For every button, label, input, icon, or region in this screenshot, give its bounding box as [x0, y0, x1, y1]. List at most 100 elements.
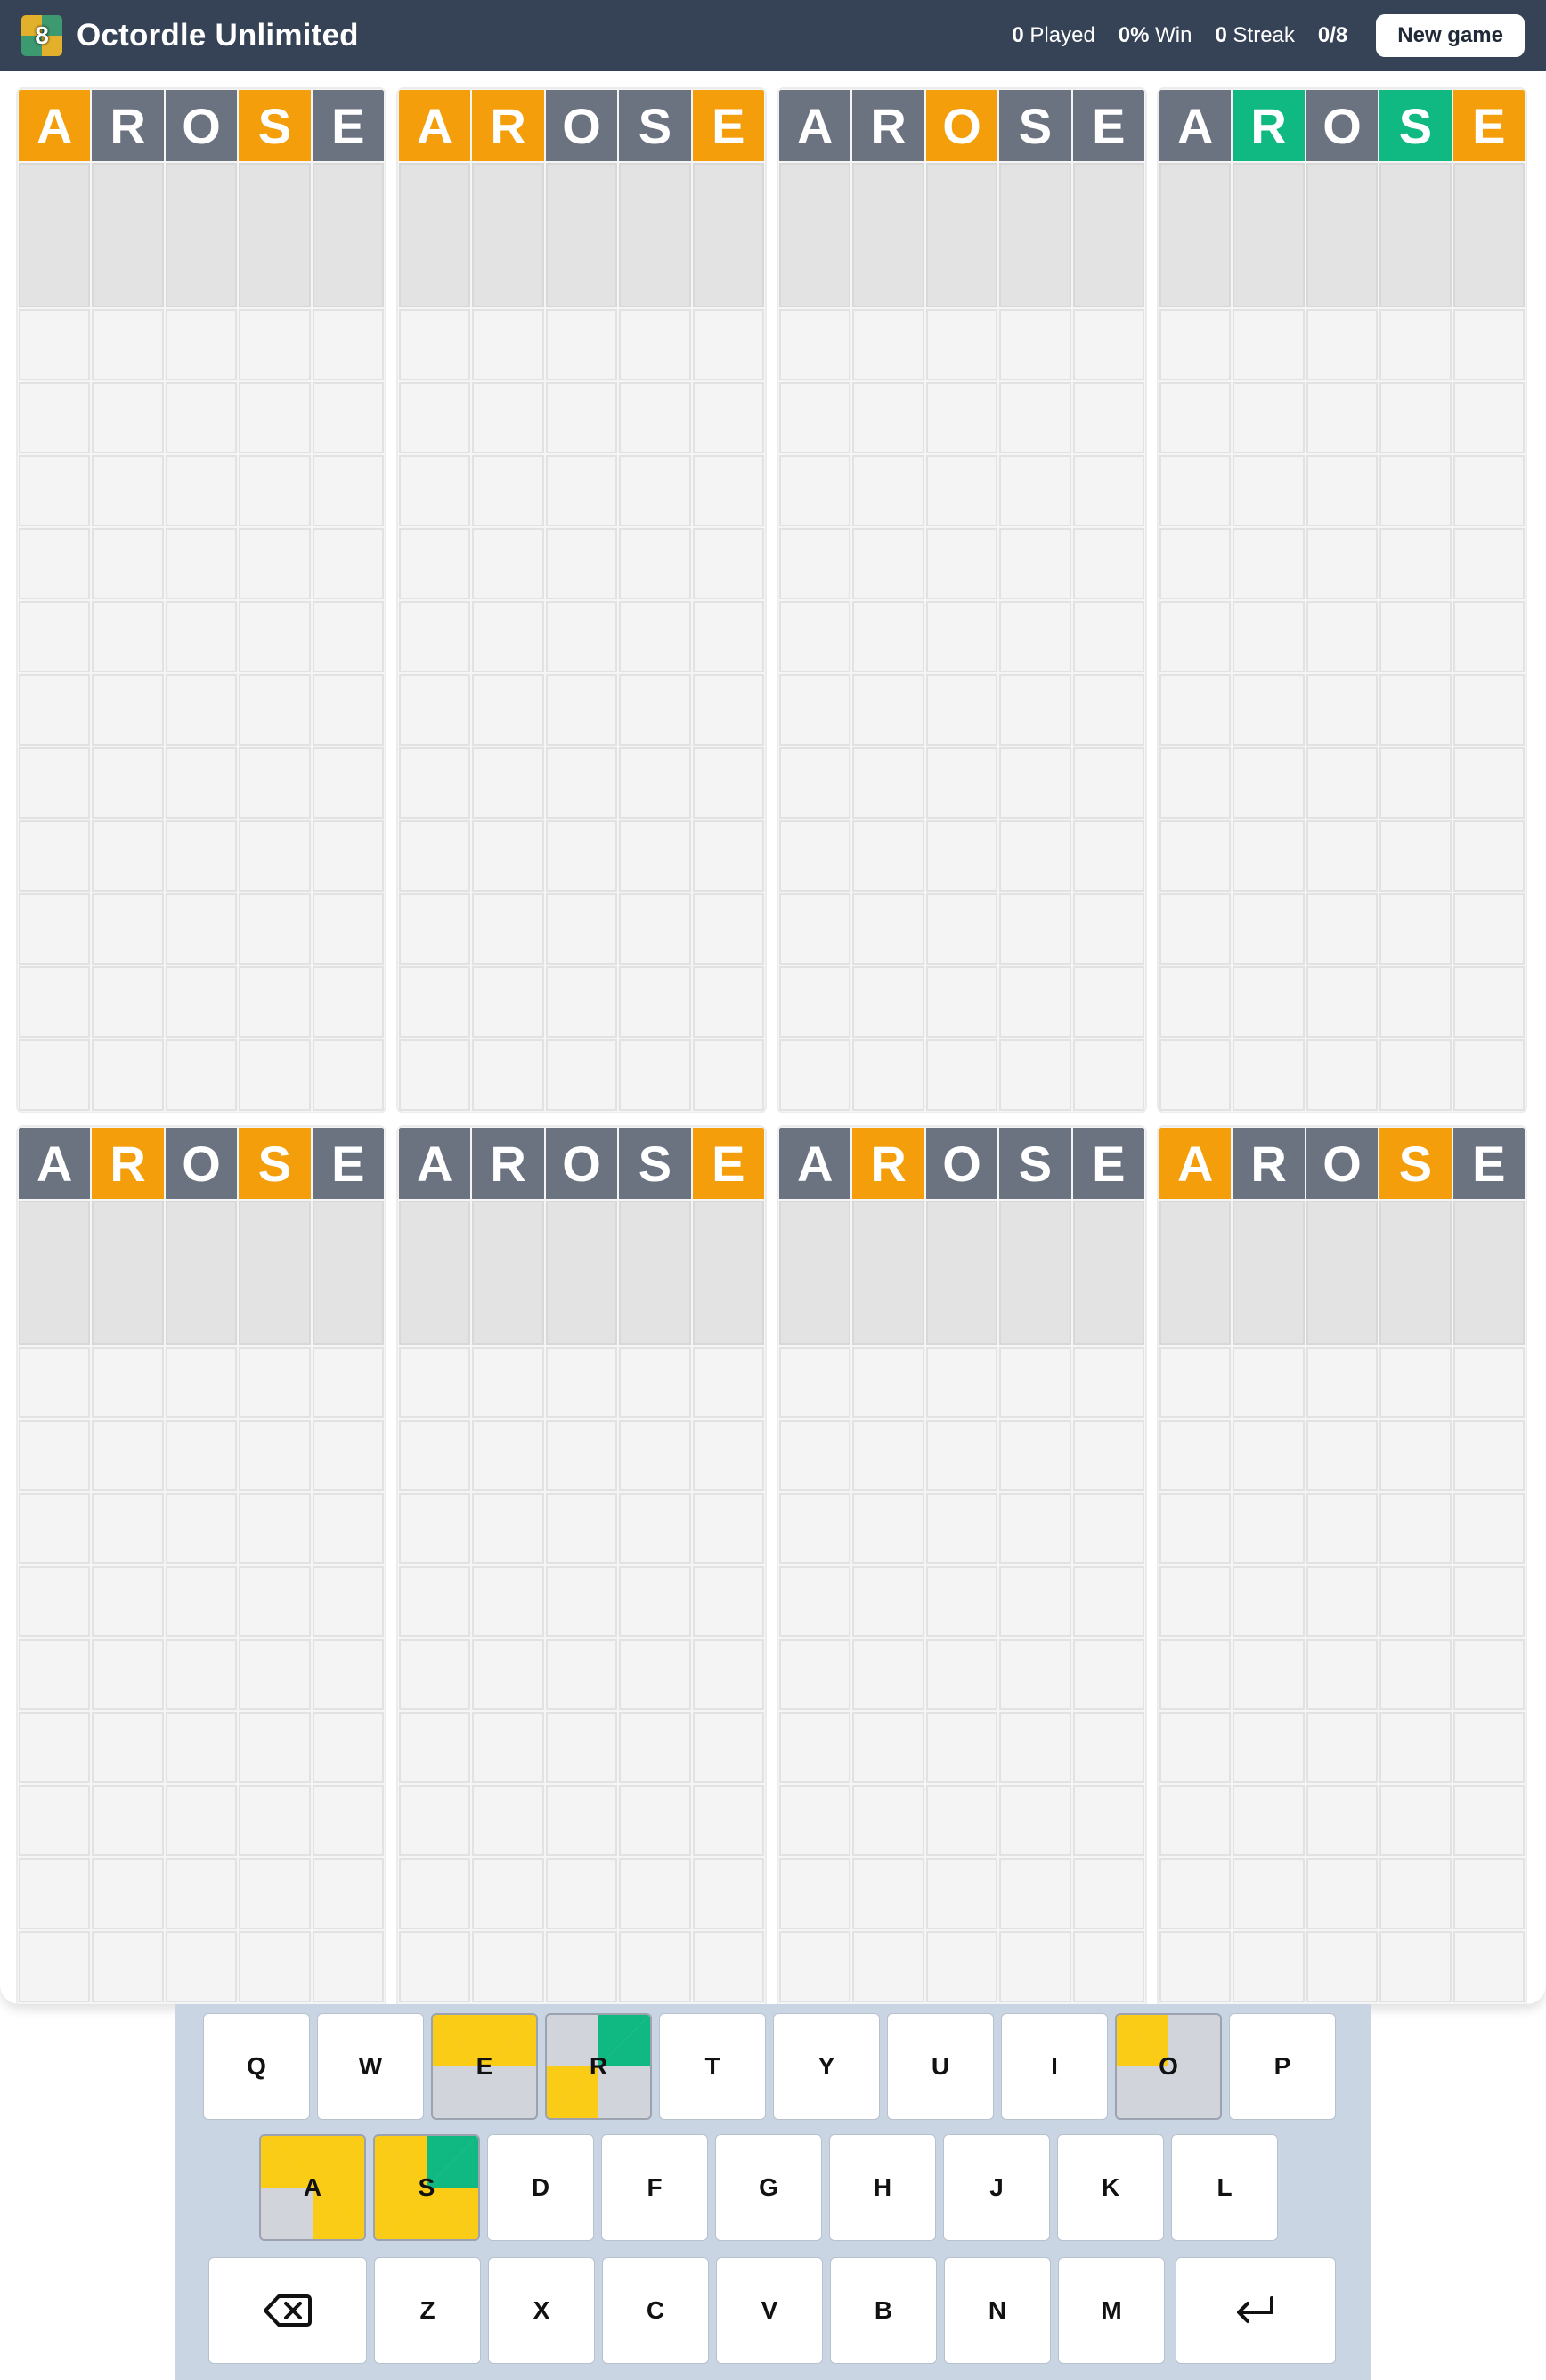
empty-tile: [239, 1712, 311, 1783]
empty-tile: [999, 1712, 1071, 1783]
empty-tile: [92, 455, 164, 526]
key-y[interactable]: Y: [773, 2013, 880, 2120]
empty-row: [18, 527, 385, 600]
empty-tile: [472, 1201, 544, 1345]
key-r[interactable]: R: [545, 2013, 652, 2120]
key-f[interactable]: F: [601, 2134, 708, 2241]
tile: R: [852, 90, 924, 161]
empty-tile: [239, 966, 311, 1038]
empty-tile: [1233, 1931, 1305, 2002]
empty-row: [18, 381, 385, 454]
empty-tile: [925, 747, 998, 819]
key-t[interactable]: T: [659, 2013, 766, 2120]
empty-row: [778, 819, 1145, 892]
empty-tile: [619, 1639, 691, 1710]
empty-row: [1159, 527, 1526, 600]
key-g[interactable]: G: [715, 2134, 822, 2241]
empty-tile: [779, 382, 851, 453]
empty-tile: [692, 1931, 765, 2002]
empty-tile: [239, 1347, 311, 1418]
empty-tile: [779, 1858, 851, 1929]
new-game-button[interactable]: New game: [1376, 14, 1525, 57]
octordle-logo-icon: 8: [21, 15, 62, 56]
empty-row: [398, 381, 765, 454]
key-l[interactable]: L: [1171, 2134, 1278, 2241]
empty-tile: [312, 1347, 385, 1418]
key-s[interactable]: S: [373, 2134, 480, 2241]
empty-tile: [92, 1931, 164, 2002]
empty-tile: [165, 1039, 238, 1111]
empty-tile: [1379, 1858, 1452, 1929]
empty-tile: [1072, 1566, 1145, 1637]
empty-row: [778, 1039, 1145, 1112]
key-q[interactable]: Q: [203, 2013, 310, 2120]
empty-tile: [165, 382, 238, 453]
key-o[interactable]: O: [1115, 2013, 1222, 2120]
key-c[interactable]: C: [602, 2257, 709, 2364]
key-label: Z: [419, 2296, 435, 2324]
empty-tile: [312, 966, 385, 1038]
empty-tile: [312, 1566, 385, 1637]
empty-tile: [925, 382, 998, 453]
empty-tile: [852, 820, 924, 892]
key-z[interactable]: Z: [374, 2257, 481, 2364]
empty-tile: [1160, 1712, 1232, 1783]
empty-tile: [1160, 382, 1232, 453]
backspace-key[interactable]: [208, 2257, 367, 2364]
key-i[interactable]: I: [1001, 2013, 1108, 2120]
empty-row: [18, 1565, 385, 1638]
empty-tile: [472, 1858, 544, 1929]
empty-row: [398, 1711, 765, 1784]
empty-tile: [1379, 966, 1452, 1038]
empty-tile: [312, 1201, 385, 1345]
empty-tile: [1306, 1347, 1379, 1418]
empty-tile: [1379, 528, 1452, 599]
empty-tile: [925, 1712, 998, 1783]
empty-tile: [779, 674, 851, 746]
empty-tile: [1379, 309, 1452, 380]
empty-tile: [19, 309, 91, 380]
key-n[interactable]: N: [944, 2257, 1051, 2364]
app-header: 8 Octordle Unlimited 0 Played 0% Win 0 S…: [0, 0, 1546, 71]
empty-tile: [1306, 1931, 1379, 2002]
empty-tile: [852, 1420, 924, 1491]
key-d[interactable]: D: [487, 2134, 594, 2241]
key-e[interactable]: E: [431, 2013, 538, 2120]
empty-tile: [999, 893, 1071, 965]
enter-key[interactable]: [1176, 2257, 1336, 2364]
key-w[interactable]: W: [317, 2013, 424, 2120]
key-x[interactable]: X: [488, 2257, 595, 2364]
key-b[interactable]: B: [830, 2257, 937, 2364]
empty-tile: [545, 528, 618, 599]
empty-tile: [925, 1493, 998, 1564]
key-label: F: [647, 2173, 663, 2201]
key-h[interactable]: H: [829, 2134, 936, 2241]
key-v[interactable]: V: [716, 2257, 823, 2364]
empty-tile: [399, 820, 471, 892]
empty-row: [398, 1565, 765, 1638]
key-k[interactable]: K: [1057, 2134, 1164, 2241]
key-j[interactable]: J: [943, 2134, 1050, 2241]
empty-tile: [1072, 893, 1145, 965]
empty-tile: [852, 163, 924, 307]
tile: O: [545, 1128, 618, 1199]
empty-row: [1159, 1039, 1526, 1112]
empty-tile: [692, 674, 765, 746]
key-p[interactable]: P: [1229, 2013, 1336, 2120]
key-u[interactable]: U: [887, 2013, 994, 2120]
empty-tile: [1306, 382, 1379, 453]
empty-tile: [1306, 309, 1379, 380]
empty-tile: [779, 1493, 851, 1564]
key-m[interactable]: M: [1058, 2257, 1165, 2364]
empty-tile: [399, 1039, 471, 1111]
empty-tile: [1072, 382, 1145, 453]
empty-tile: [1233, 1566, 1305, 1637]
empty-tile: [239, 528, 311, 599]
empty-tile: [619, 1039, 691, 1111]
empty-tile: [239, 455, 311, 526]
empty-tile: [312, 601, 385, 672]
empty-tile: [619, 1347, 691, 1418]
key-a[interactable]: A: [259, 2134, 366, 2241]
empty-tile: [779, 820, 851, 892]
empty-row: [18, 1492, 385, 1565]
